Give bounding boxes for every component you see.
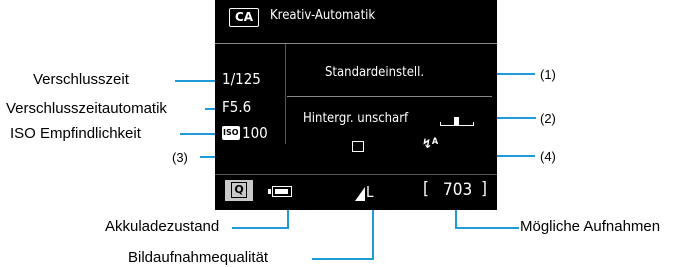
quick-control-button[interactable]: Q (225, 180, 253, 201)
mode-title: Kreativ-Automatik (270, 8, 376, 23)
camera-lcd-screen: CA Kreativ-Automatik 1/125 F5.6 ISO 100 … (215, 0, 497, 210)
flash-auto-icon[interactable]: ↯A (422, 137, 438, 152)
callout-shots: Mögliche Aufnahmen (520, 218, 661, 235)
divider-mid (287, 96, 492, 97)
vertical-divider (285, 44, 286, 144)
aperture-value: F5.6 (222, 98, 252, 116)
callout-line-shots-h (455, 227, 519, 229)
divider-top (215, 43, 497, 44)
quick-control-label: Q (231, 182, 247, 198)
callout-shutter-speed: Verschlusszeit (33, 71, 129, 88)
divider-bottom (215, 174, 497, 175)
blur-slider-icon[interactable] (440, 112, 474, 128)
callout-blur: (2) (540, 111, 556, 126)
shots-close-bracket: ] (481, 179, 487, 199)
quality-value: L (366, 183, 374, 201)
iso-value: 100 (242, 124, 268, 142)
iso-icon: ISO (222, 126, 240, 140)
callout-line-shutter (175, 80, 219, 82)
shutter-speed-value: 1/125 (222, 70, 261, 88)
callout-line-quality-h (312, 258, 374, 260)
ambience-setting[interactable]: Standardeinstell. (325, 65, 424, 80)
callout-shutter-auto: Verschlusszeitautomatik (6, 100, 167, 117)
single-shot-icon[interactable] (352, 141, 364, 152)
shots-open-bracket: [ (423, 179, 429, 199)
battery-icon (268, 186, 292, 197)
callout-iso: ISO Empfindlichkeit (10, 125, 141, 142)
callout-battery: Akkuladezustand (105, 218, 220, 235)
callout-drive: (3) (172, 150, 188, 165)
quality-icon: L (355, 183, 385, 201)
callout-line-battery-h (232, 227, 289, 229)
callout-quality: Bildaufnahmequalität (128, 249, 269, 266)
callout-flash: (4) (540, 149, 556, 164)
mode-badge: CA (229, 8, 259, 27)
background-blur-setting[interactable]: Hintergr. unscharf (303, 111, 408, 126)
shots-remaining: 703 (443, 180, 473, 200)
callout-ambience: (1) (540, 67, 556, 82)
